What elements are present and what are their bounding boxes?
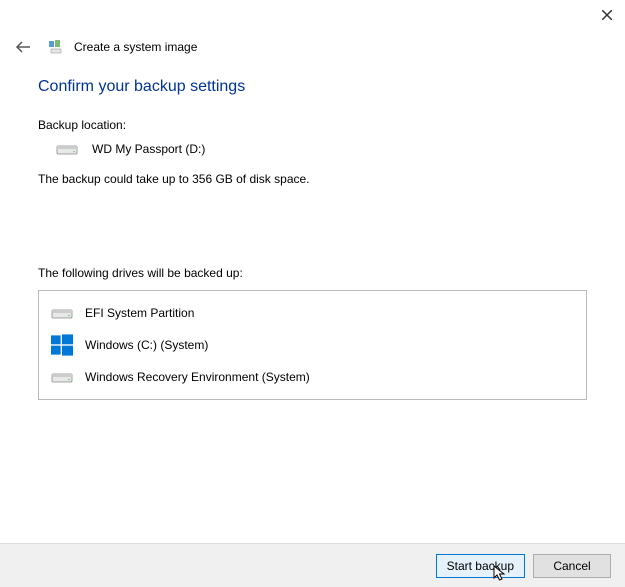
content-area: Confirm your backup settings Backup loca… [0, 68, 625, 400]
cancel-button[interactable]: Cancel [533, 554, 611, 578]
app-icon [48, 39, 64, 55]
button-row: Start backup Cancel [0, 543, 625, 587]
drive-name: Windows Recovery Environment (System) [85, 370, 310, 384]
backup-size-text: The backup could take up to 356 GB of di… [38, 172, 587, 186]
list-item: EFI System Partition [49, 297, 576, 329]
start-backup-button[interactable]: Start backup [436, 554, 525, 578]
backup-location-value: WD My Passport (D:) [92, 142, 205, 156]
header-title: Create a system image [74, 40, 197, 54]
backup-location-label: Backup location: [38, 118, 587, 132]
list-item: Windows (C:) (System) [49, 329, 576, 361]
drive-name: EFI System Partition [85, 306, 194, 320]
titlebar [0, 0, 625, 30]
close-icon [602, 10, 612, 20]
hdd-icon [51, 305, 73, 321]
page-heading: Confirm your backup settings [38, 78, 587, 96]
hdd-icon [51, 369, 73, 385]
list-item: Windows Recovery Environment (System) [49, 361, 576, 393]
drives-list-label: The following drives will be backed up: [38, 266, 587, 280]
back-arrow-icon [15, 40, 31, 54]
back-button[interactable] [14, 38, 32, 56]
backup-location-row: WD My Passport (D:) [56, 142, 587, 156]
drives-list: EFI System Partition Windows (C:) (Syste… [38, 290, 587, 400]
drive-icon [56, 142, 78, 156]
close-button[interactable] [601, 9, 613, 21]
header: Create a system image [0, 30, 625, 68]
windows-icon [51, 337, 73, 353]
drive-name: Windows (C:) (System) [85, 338, 208, 352]
